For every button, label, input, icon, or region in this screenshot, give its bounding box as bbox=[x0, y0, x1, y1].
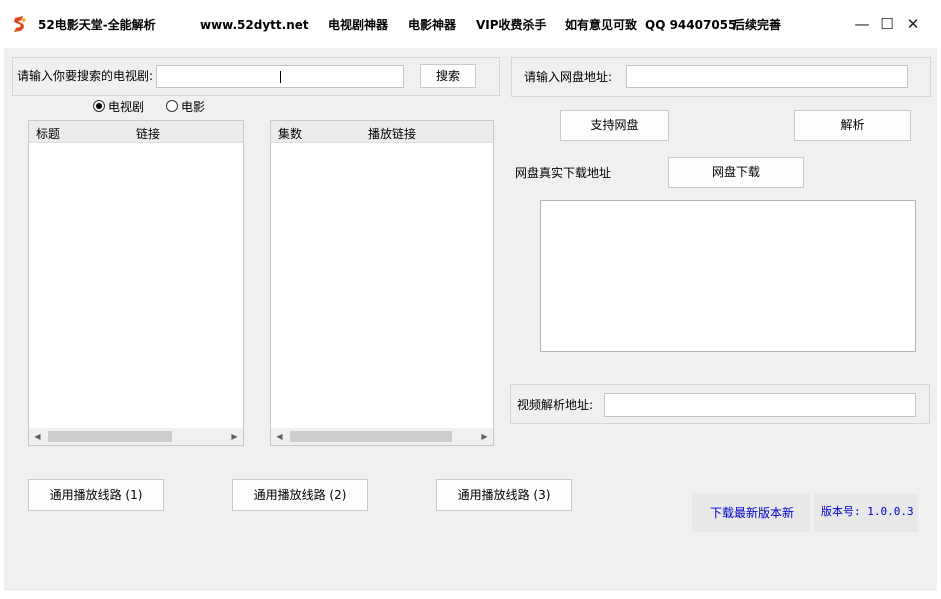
menu-coming-soon[interactable]: 后续完善 bbox=[733, 17, 781, 33]
scroll-right-icon[interactable]: ▶ bbox=[476, 428, 493, 445]
scroll-thumb[interactable] bbox=[48, 431, 172, 442]
play-line-1-button[interactable]: 通用播放线路 (1) bbox=[28, 479, 164, 511]
play-line-3-button[interactable]: 通用播放线路 (3) bbox=[436, 479, 572, 511]
menu-movie-tool[interactable]: 电影神器 bbox=[408, 17, 456, 33]
version-label: 版本号: 1.0.0.3 bbox=[821, 505, 914, 518]
search-label: 请输入你要搜索的电视剧: bbox=[17, 69, 154, 83]
results-list[interactable]: 标题 链接 ◀ ▶ bbox=[28, 120, 244, 446]
download-latest-link[interactable]: 下载最新版本新 bbox=[710, 505, 794, 521]
pan-address-label: 请输入网盘地址: bbox=[524, 70, 613, 84]
maximize-icon[interactable]: ☐ bbox=[874, 12, 900, 36]
pan-download-button[interactable]: 网盘下载 bbox=[668, 157, 804, 188]
search-input[interactable] bbox=[156, 65, 404, 88]
scroll-thumb[interactable] bbox=[290, 431, 452, 442]
window-bottom-edge bbox=[4, 589, 937, 599]
episodes-hscrollbar[interactable]: ◀ ▶ bbox=[271, 428, 493, 445]
column-header-play-link[interactable]: 播放链接 bbox=[368, 125, 416, 142]
results-list-header: 标题 链接 bbox=[29, 121, 243, 143]
scroll-right-icon[interactable]: ▶ bbox=[226, 428, 243, 445]
radio-tv-label[interactable]: 电视剧 bbox=[108, 99, 144, 115]
menu-qq[interactable]: QQ 94407055 bbox=[645, 17, 736, 33]
search-button[interactable]: 搜索 bbox=[420, 64, 476, 88]
video-parse-input[interactable] bbox=[604, 393, 916, 417]
menu-tv-tool[interactable]: 电视剧神器 bbox=[328, 17, 388, 33]
minimize-icon[interactable]: — bbox=[849, 12, 875, 36]
play-line-2-button[interactable]: 通用播放线路 (2) bbox=[232, 479, 368, 511]
radio-movie-label[interactable]: 电影 bbox=[181, 99, 205, 115]
episodes-list[interactable]: 集数 播放链接 ◀ ▶ bbox=[270, 120, 494, 446]
s5-logo-icon bbox=[12, 15, 28, 33]
video-parse-label: 视频解析地址: bbox=[517, 398, 594, 412]
results-hscrollbar[interactable]: ◀ ▶ bbox=[29, 428, 243, 445]
text-caret bbox=[280, 71, 281, 83]
scroll-left-icon[interactable]: ◀ bbox=[29, 428, 46, 445]
column-header-title[interactable]: 标题 bbox=[36, 125, 60, 142]
column-header-link[interactable]: 链接 bbox=[136, 125, 160, 142]
close-icon[interactable]: ✕ bbox=[900, 12, 926, 36]
pan-address-input[interactable] bbox=[626, 65, 908, 88]
website-label: www.52dytt.net bbox=[200, 18, 309, 32]
pan-output-textarea[interactable] bbox=[540, 200, 916, 352]
radio-tv[interactable] bbox=[93, 100, 105, 112]
radio-movie[interactable] bbox=[166, 100, 178, 112]
app-title: 52电影天堂-全能解析 bbox=[38, 18, 156, 32]
menu-feedback[interactable]: 如有意见可致 bbox=[565, 17, 637, 33]
episodes-list-header: 集数 播放链接 bbox=[271, 121, 493, 143]
menu-vip-killer[interactable]: VIP收费杀手 bbox=[476, 17, 547, 33]
column-header-episode[interactable]: 集数 bbox=[278, 125, 302, 142]
pan-real-address-label: 网盘真实下载地址 bbox=[515, 166, 612, 180]
parse-button[interactable]: 解析 bbox=[794, 110, 911, 141]
support-pan-button[interactable]: 支持网盘 bbox=[560, 110, 669, 141]
scroll-left-icon[interactable]: ◀ bbox=[271, 428, 288, 445]
